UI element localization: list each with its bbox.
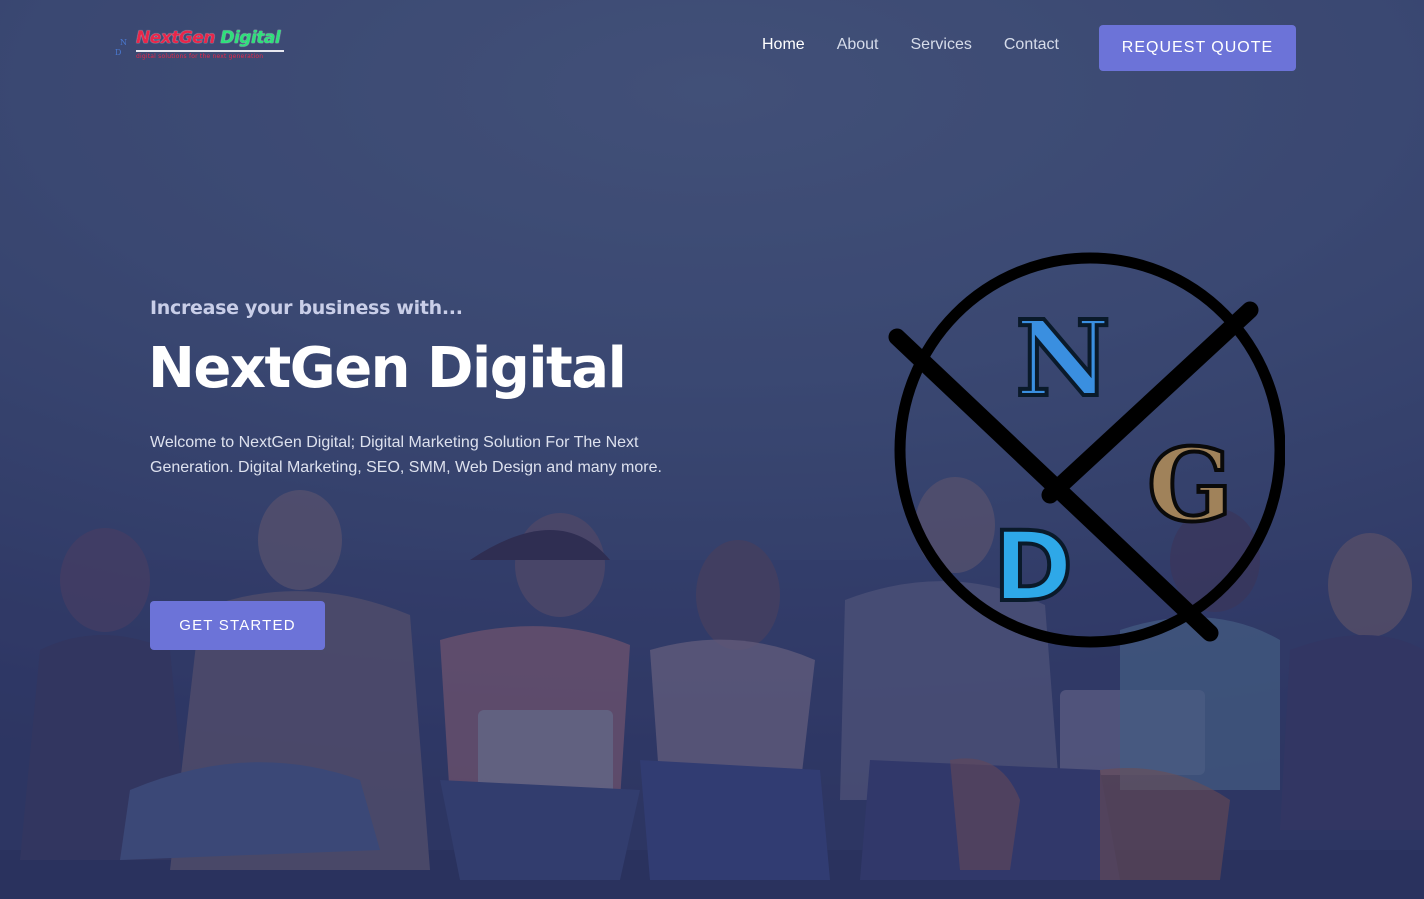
get-started-button[interactable]: GET STARTED: [150, 601, 325, 650]
brand-logo[interactable]: N D NextGen Digital digital solutions fo…: [110, 28, 295, 66]
emblem-letter-d: D: [993, 511, 1073, 623]
emblem-letter-n: N: [1015, 297, 1110, 420]
logo-mark-letter: N: [120, 38, 127, 47]
emblem-letter-g: G: [1147, 426, 1232, 544]
nav-about[interactable]: About: [837, 36, 879, 54]
nav-contact[interactable]: Contact: [1004, 36, 1059, 54]
logo-wordmark: NextGen Digital: [136, 28, 281, 48]
nav-services[interactable]: Services: [911, 36, 972, 54]
logo-name-part2: Digital: [220, 28, 281, 48]
main-nav: Home About Services Contact: [762, 36, 1091, 54]
logo-mark-icon: N D: [110, 32, 134, 58]
hero-eyebrow: Increase your business with...: [150, 297, 463, 319]
logo-underline: [136, 50, 284, 52]
nav-home[interactable]: Home: [762, 36, 805, 54]
request-quote-button[interactable]: REQUEST QUOTE: [1099, 25, 1296, 71]
ngd-emblem-icon: N D G: [888, 252, 1285, 648]
hero-title: NextGen Digital: [148, 336, 627, 401]
hero-description: Welcome to NextGen Digital; Digital Mark…: [150, 434, 662, 476]
logo-tagline: digital solutions for the next generatio…: [136, 53, 264, 60]
logo-name-part1: NextGen: [136, 28, 215, 48]
logo-mark-letter: D: [115, 48, 122, 57]
